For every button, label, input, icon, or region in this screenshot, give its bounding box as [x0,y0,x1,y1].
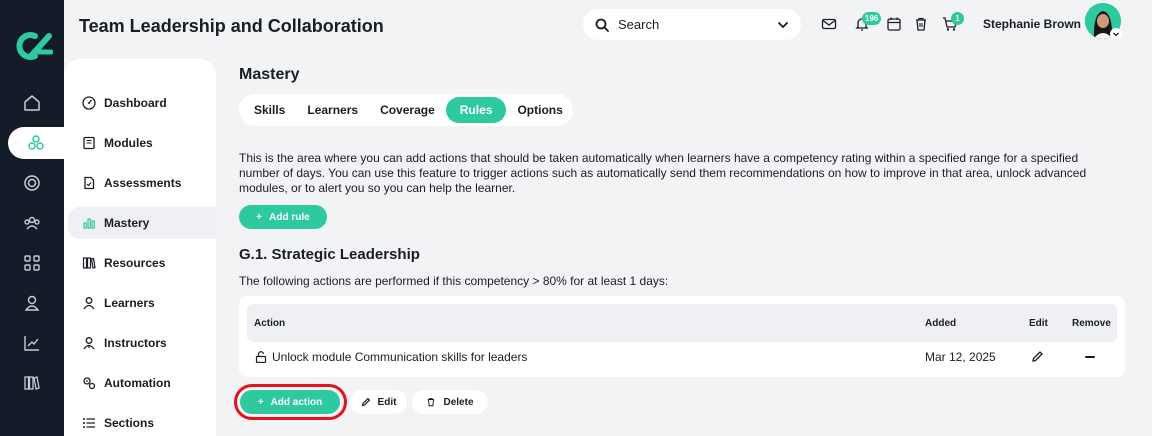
tab-coverage[interactable]: Coverage [369,97,446,123]
modules-icon [28,135,44,150]
rail-target[interactable] [0,167,64,199]
page-title: Team Leadership and Collaboration [79,16,384,36]
search-box[interactable]: Search [583,9,801,40]
rail-chart[interactable] [0,327,64,359]
trash-icon [428,398,435,407]
pencil-icon[interactable] [1031,350,1044,363]
main-content: Mastery Skills Learners Coverage Rules O… [216,56,1152,436]
cart-badge: 1 [951,12,964,25]
sidebar-item-label: Instructors [104,336,167,350]
sidebar-item-label: Sections [104,416,155,430]
tab-rules[interactable]: Rules [445,97,507,123]
edit-button[interactable]: Edit [350,390,407,414]
sidebar-item-sections[interactable]: Sections [68,407,216,436]
rail-modules[interactable] [8,127,64,159]
rules-description: This is the area where you can add actio… [239,151,1087,195]
tab-options[interactable]: Options [506,97,573,123]
competency-condition: The following actions are performed if t… [239,274,669,288]
sidebar-item-label: Resources [104,256,166,270]
sidebar-item-mastery[interactable]: Mastery [68,207,216,239]
chevron-down-icon [1113,32,1119,37]
remove-icon[interactable] [1084,351,1096,363]
rail-home[interactable] [0,87,64,119]
dashboard-icon [82,96,96,110]
column-header-remove: Remove [1072,318,1111,329]
delete-button[interactable]: Delete [412,390,488,414]
table-header: Action Added Edit Remove [247,304,1117,342]
column-header-added: Added [925,318,957,329]
book-icon [83,136,95,150]
list-icon [83,418,95,428]
avatar-menu-toggle[interactable] [1110,28,1122,40]
mail-icon[interactable] [821,16,837,32]
column-header-edit: Edit [1029,318,1048,329]
column-header-action: Action [254,318,286,329]
calendar-icon[interactable] [886,16,902,32]
notifications-badge: 196 [862,12,882,25]
sidebar-item-label: Dashboard [104,96,167,110]
add-rule-button[interactable]: + Add rule [239,205,327,229]
top-header: Team Leadership and Collaboration Search… [64,0,1152,56]
table-row: Unlock module Communication skills for l… [247,342,1117,372]
learner-icon [83,297,95,310]
sidebar-item-resources[interactable]: Resources [68,247,216,279]
plus-icon: + [256,211,263,223]
pencil-icon [361,397,370,407]
sidebar-item-label: Assessments [104,176,182,190]
target-icon [24,175,40,191]
tab-bar: Skills Learners Coverage Rules Options [239,94,573,126]
tab-skills[interactable]: Skills [243,97,296,123]
add-rule-label: Add rule [269,211,310,223]
sidebar-item-learners[interactable]: Learners [68,287,216,319]
action-cell: Unlock module Communication skills for l… [272,350,528,364]
actions-table: Action Added Edit Remove Unlock module C… [239,296,1125,377]
sidebar-item-label: Modules [104,136,153,150]
sidebar-item-instructors[interactable]: Instructors [68,327,216,359]
rail-grid[interactable] [0,247,64,279]
tab-learners[interactable]: Learners [296,97,369,123]
competency-title: G.1. Strategic Leadership [239,246,420,263]
unlock-icon [255,351,267,363]
search-input[interactable]: Search [618,17,777,32]
user-name[interactable]: Stephanie Brown [983,17,1081,31]
resources-icon [82,257,96,269]
app-logo[interactable] [13,30,53,62]
section-title: Mastery [239,66,300,83]
main-rail [0,0,64,436]
sidebar-item-label: Learners [104,296,155,310]
instructor-icon [83,337,95,350]
sidebar-item-label: Mastery [104,216,150,230]
chevron-down-icon[interactable] [777,19,789,31]
trash-icon[interactable] [913,16,929,32]
added-cell: Mar 12, 2025 [925,350,996,364]
people-icon [24,216,40,230]
user-icon [24,295,40,311]
rail-library[interactable] [0,367,64,399]
sidebar-item-label: Automation [104,376,171,390]
chart-icon [24,336,39,351]
sidebar-item-automation[interactable]: Automation [68,367,216,399]
delete-label: Delete [443,396,474,408]
edit-label: Edit [377,396,397,408]
search-icon [595,18,609,32]
grid-icon [24,255,40,271]
rail-people[interactable] [0,207,64,239]
secondary-sidebar: Dashboard Modules Assessments Mastery Re… [64,59,216,436]
rail-user[interactable] [0,287,64,319]
highlight-ring [234,384,347,420]
assessment-icon [84,176,95,190]
home-icon [24,95,40,111]
library-icon [24,376,40,390]
automation-icon [83,377,96,390]
sidebar-item-assessments[interactable]: Assessments [68,167,216,199]
bar-chart-icon [83,218,95,229]
sidebar-item-dashboard[interactable]: Dashboard [68,87,216,119]
sidebar-item-modules[interactable]: Modules [68,127,216,159]
